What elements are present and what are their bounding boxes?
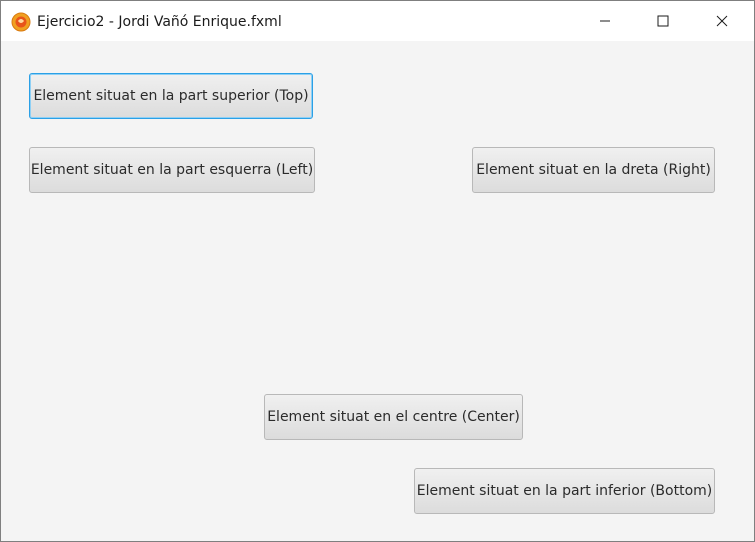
left-button[interactable]: Element situat en la part esquerra (Left… (29, 147, 315, 193)
app-window: Ejercicio2 - Jordi Vañó Enrique.fxml Ele… (0, 0, 755, 542)
maximize-button[interactable] (634, 1, 692, 41)
close-button[interactable] (693, 1, 751, 41)
top-button[interactable]: Element situat en la part superior (Top) (29, 73, 313, 119)
window-title: Ejercicio2 - Jordi Vañó Enrique.fxml (37, 14, 282, 30)
title-bar[interactable]: Ejercicio2 - Jordi Vañó Enrique.fxml (1, 1, 754, 41)
center-button[interactable]: Element situat en el centre (Center) (264, 394, 523, 440)
right-button[interactable]: Element situat en la dreta (Right) (472, 147, 715, 193)
border-pane: Element situat en la part superior (Top)… (1, 41, 754, 541)
bottom-button[interactable]: Element situat en la part inferior (Bott… (414, 468, 715, 514)
maximize-icon (657, 12, 669, 31)
java-app-icon[interactable] (11, 12, 31, 32)
minimize-button[interactable] (576, 1, 634, 41)
close-icon (716, 12, 728, 31)
minimize-icon (599, 12, 611, 31)
